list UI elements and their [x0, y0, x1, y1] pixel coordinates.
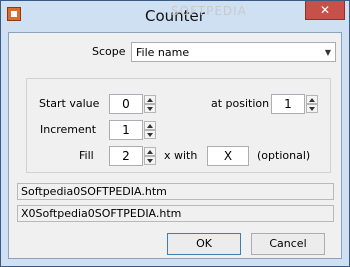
- scope-select[interactable]: File name ▼: [131, 42, 336, 62]
- fill-label: Fill: [79, 149, 94, 162]
- title-bar: Counter SOFTPEDIA ✕: [1, 1, 349, 31]
- preview-after-text: X0Softpedia0SOFTPEDIA.htm: [21, 207, 182, 220]
- preview-after: X0Softpedia0SOFTPEDIA.htm: [17, 205, 334, 222]
- close-button[interactable]: ✕: [305, 1, 345, 20]
- cancel-button[interactable]: Cancel: [251, 233, 325, 255]
- spin-up-icon[interactable]: [144, 121, 156, 130]
- at-position-input[interactable]: 1: [271, 94, 305, 114]
- increment-label: Increment: [40, 123, 97, 136]
- scope-selected-value: File name: [136, 46, 190, 59]
- counter-dialog: Counter SOFTPEDIA ✕ Scope File name ▼ St…: [0, 0, 350, 267]
- fill-input[interactable]: 2: [109, 146, 143, 166]
- preview-before: Softpedia0SOFTPEDIA.htm: [17, 183, 334, 200]
- start-value-spinner[interactable]: [144, 95, 156, 113]
- spin-down-icon[interactable]: [144, 156, 156, 165]
- spin-up-icon[interactable]: [144, 147, 156, 156]
- spin-down-icon[interactable]: [144, 130, 156, 139]
- chevron-down-icon: ▼: [324, 48, 331, 57]
- spin-down-icon[interactable]: [306, 104, 318, 113]
- at-position-label: at position: [211, 97, 270, 110]
- fill-spinner[interactable]: [144, 147, 156, 165]
- ok-button[interactable]: OK: [167, 233, 241, 255]
- dialog-body: Scope File name ▼ Start value 0 at posit…: [8, 32, 342, 259]
- preview-before-text: Softpedia0SOFTPEDIA.htm: [21, 185, 167, 198]
- increment-spinner[interactable]: [144, 121, 156, 139]
- optional-label: (optional): [257, 149, 311, 162]
- fill-char-input[interactable]: X: [207, 146, 249, 166]
- spin-up-icon[interactable]: [144, 95, 156, 104]
- scope-label: Scope: [92, 45, 126, 58]
- spin-up-icon[interactable]: [306, 95, 318, 104]
- watermark: SOFTPEDIA: [171, 4, 247, 18]
- start-value-label: Start value: [39, 97, 100, 110]
- x-with-label: x with: [164, 149, 198, 162]
- start-value-input[interactable]: 0: [109, 94, 143, 114]
- at-position-spinner[interactable]: [306, 95, 318, 113]
- increment-input[interactable]: 1: [109, 120, 143, 140]
- spin-down-icon[interactable]: [144, 104, 156, 113]
